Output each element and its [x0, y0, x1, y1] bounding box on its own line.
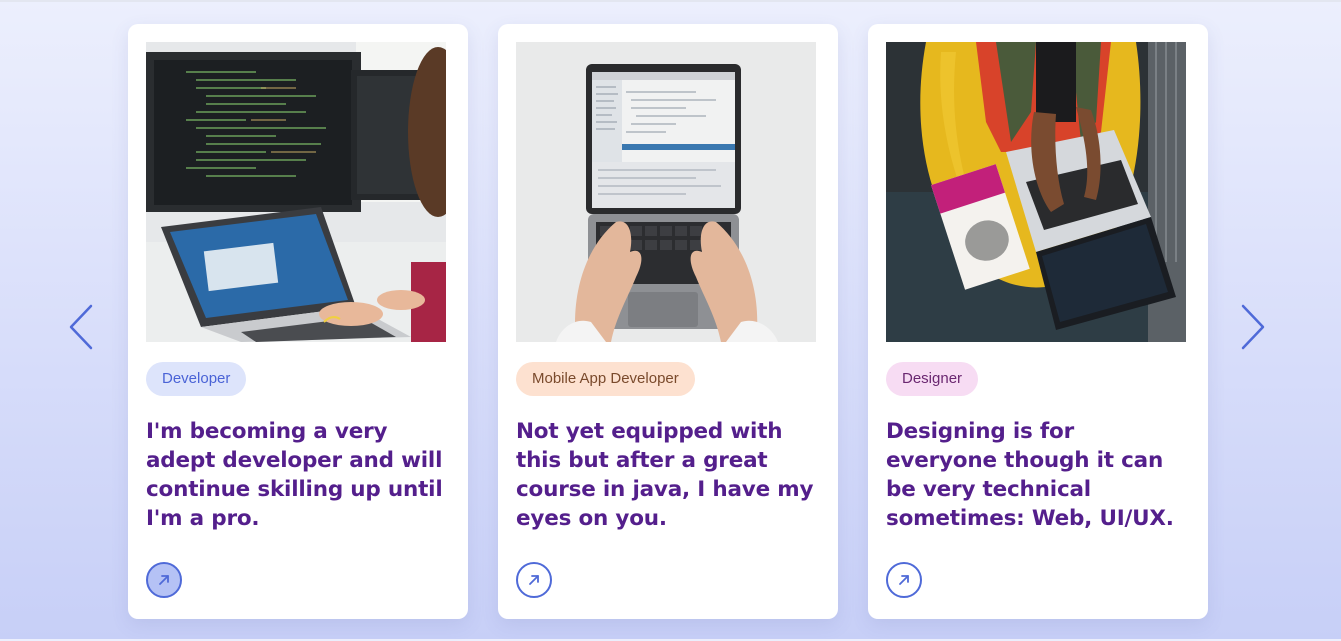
card-title: Not yet equipped with this but after a g… [516, 419, 814, 531]
project-carousel: Developer I'm becoming a very adept deve… [0, 2, 1341, 641]
card-link-button[interactable] [516, 562, 552, 598]
arrow-up-right-icon [159, 575, 169, 585]
designer-laptop-python-book-photo [886, 42, 1186, 342]
card-tag: Designer [886, 362, 979, 396]
laptop-typing-photo [516, 42, 816, 342]
arrow-up-right-icon [899, 575, 909, 585]
carousel-prev-button[interactable] [66, 302, 96, 352]
card-title: Designing is for everyone though it can … [886, 419, 1174, 531]
card-link-button[interactable] [146, 562, 182, 598]
project-card-developer[interactable]: Developer I'm becoming a very adept deve… [128, 24, 468, 619]
arrow-up-right-icon [529, 575, 539, 585]
card-title: I'm becoming a very adept developer and … [146, 419, 443, 531]
card-link-button[interactable] [886, 562, 922, 598]
chevron-right-icon [1241, 304, 1265, 350]
developer-workstation-photo [146, 42, 446, 342]
carousel-next-button[interactable] [1238, 302, 1268, 352]
card-tag: Mobile App Developer [516, 362, 695, 396]
chevron-left-icon [69, 304, 93, 350]
project-card-designer[interactable]: Designer Designing is for everyone thoug… [868, 24, 1208, 619]
project-card-mobile-app-developer[interactable]: Mobile App Developer Not yet equipped wi… [498, 24, 838, 619]
card-tag: Developer [146, 362, 247, 396]
